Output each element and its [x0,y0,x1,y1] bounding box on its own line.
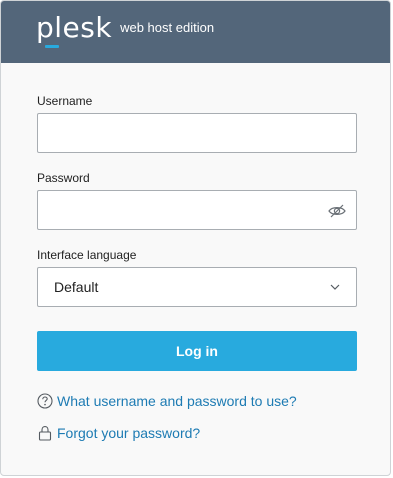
username-input[interactable] [38,114,356,152]
header-bar: plesk web host edition [1,1,390,63]
language-select[interactable]: Default [37,267,357,307]
username-label: Username [37,94,93,108]
logo-wordmark: plesk [36,11,113,44]
eye-off-icon[interactable] [328,203,346,219]
language-label: Interface language [37,248,137,262]
logo-underline [45,45,59,48]
lock-icon [38,426,52,441]
question-circle-icon [37,393,53,409]
chevron-down-icon [330,284,340,290]
logo-text: plesk [36,11,113,48]
password-label: Password [37,171,90,185]
password-field-box [37,190,357,230]
forgot-link-row: Forgot your password? [37,423,200,443]
login-card: plesk web host edition Username Password… [0,0,391,476]
help-link[interactable]: What username and password to use? [57,393,297,409]
edition-label: web host edition [120,20,215,35]
forgot-password-link[interactable]: Forgot your password? [57,425,200,441]
username-field-box [37,113,357,153]
login-button[interactable]: Log in [37,331,357,371]
language-selected-value: Default [54,279,99,295]
plesk-logo: plesk web host edition [36,14,214,48]
help-link-row: What username and password to use? [37,391,297,411]
password-input[interactable] [38,191,356,229]
